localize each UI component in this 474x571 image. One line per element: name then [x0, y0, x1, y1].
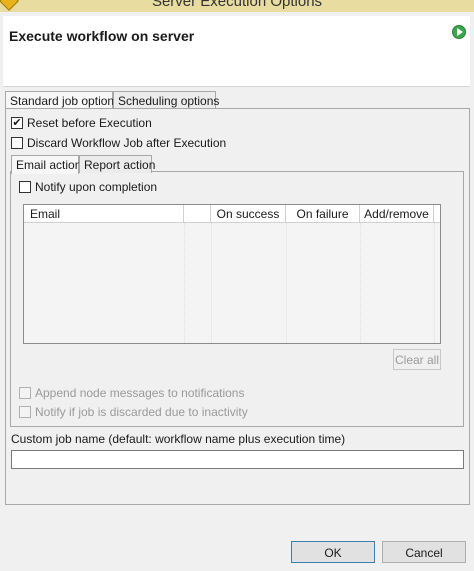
reset-before-execution-checkbox[interactable]: ✔ [11, 117, 23, 129]
window-title: Server Execution Options [151, 0, 323, 10]
tab-report-action[interactable]: Report action [79, 155, 156, 173]
ok-button[interactable]: OK [291, 541, 375, 563]
header-title: Execute workflow on server [9, 28, 195, 44]
notify-discarded-row[interactable]: Notify if job is discarded due to inacti… [19, 405, 248, 419]
cancel-button[interactable]: Cancel [382, 541, 466, 563]
tab-label: Standard job options [10, 94, 121, 108]
tab-label: Scheduling options [118, 94, 220, 108]
notify-discarded-label: Notify if job is discarded due to inacti… [35, 405, 248, 419]
append-messages-label: Append node messages to notifications [35, 386, 245, 400]
custom-job-name-input[interactable] [11, 450, 464, 469]
custom-job-name-label: Custom job name (default: workflow name … [11, 432, 346, 446]
title-bar: Server Execution Options [0, 0, 474, 12]
column-divider [211, 223, 212, 343]
column-header-add-remove[interactable]: Add/remove [360, 205, 434, 223]
column-header-blank[interactable] [184, 205, 211, 223]
notify-completion-label: Notify upon completion [35, 180, 158, 194]
tab-email-action[interactable]: Email action [11, 155, 82, 174]
discard-job-label: Discard Workflow Job after Execution [27, 136, 227, 150]
column-header-on-failure[interactable]: On failure [286, 205, 360, 223]
append-messages-checkbox[interactable] [19, 387, 31, 399]
email-table[interactable]: Email On success On failure Add/remove [23, 204, 441, 344]
subtab-label: Email action [16, 158, 82, 172]
run-icon [452, 25, 466, 39]
column-header-on-success[interactable]: On success [211, 205, 286, 223]
column-header-email[interactable]: Email [24, 205, 184, 223]
column-divider [360, 223, 361, 343]
discard-job-row[interactable]: Discard Workflow Job after Execution [11, 136, 226, 150]
reset-before-execution-row[interactable]: ✔ Reset before Execution [11, 116, 152, 130]
notify-discarded-checkbox[interactable] [19, 406, 31, 418]
tab-scheduling-options[interactable]: Scheduling options [113, 91, 220, 109]
column-divider [434, 223, 435, 343]
discard-job-checkbox[interactable] [11, 137, 23, 149]
email-table-header: Email On success On failure Add/remove [24, 205, 440, 223]
clear-all-button[interactable]: Clear all [393, 349, 441, 370]
column-divider [286, 223, 287, 343]
dialog-header: Execute workflow on server [3, 16, 470, 87]
notify-completion-row[interactable]: Notify upon completion [19, 180, 157, 194]
column-divider [184, 223, 185, 343]
reset-before-execution-label: Reset before Execution [27, 116, 152, 130]
append-messages-row[interactable]: Append node messages to notifications [19, 386, 244, 400]
notify-completion-checkbox[interactable] [19, 181, 31, 193]
subtab-label: Report action [84, 158, 156, 172]
